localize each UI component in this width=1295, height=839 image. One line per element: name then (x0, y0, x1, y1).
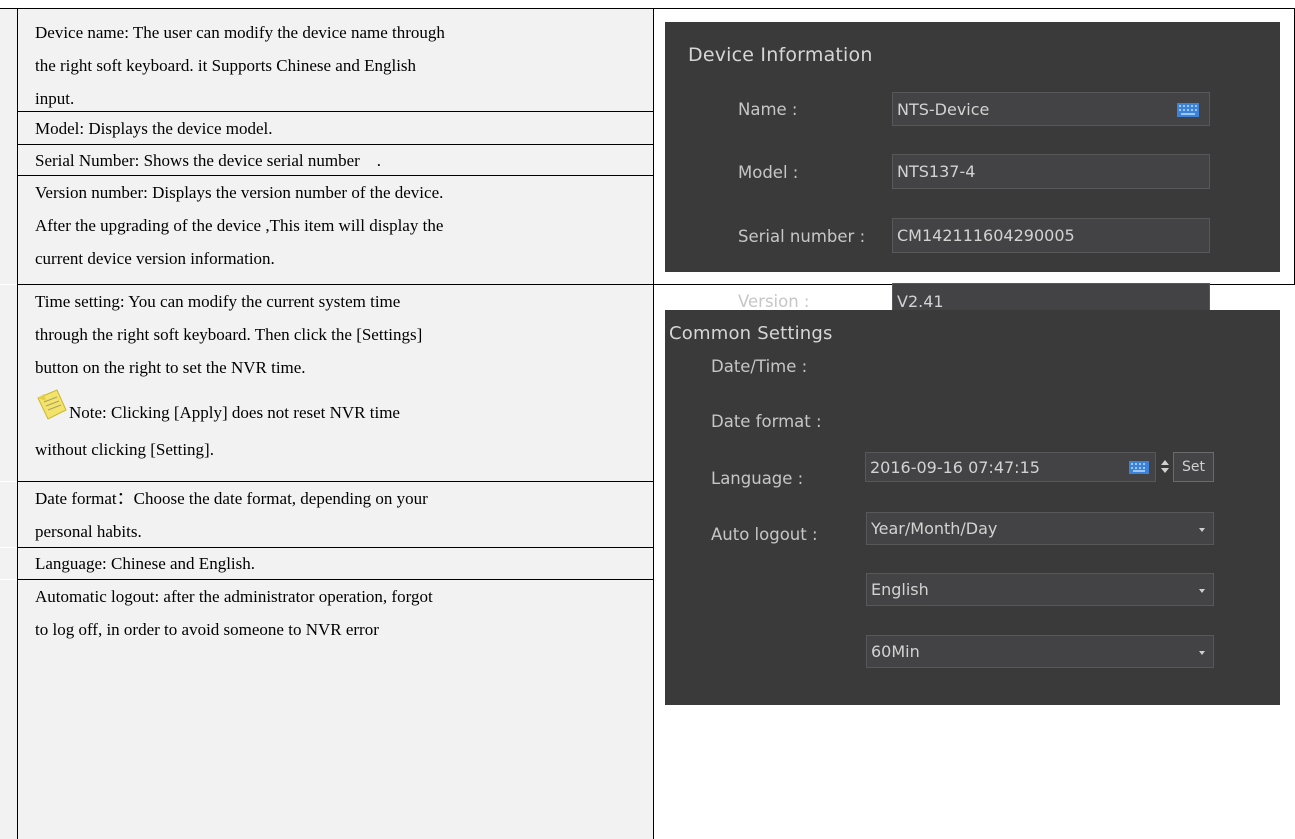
text-line: Serial Number: Shows the device serial n… (35, 151, 382, 170)
cell-time-setting: Time setting: You can modify the current… (0, 285, 653, 481)
name-value: NTS-Device (897, 99, 990, 119)
table-border (0, 8, 1295, 9)
keyboard-icon[interactable] (1177, 103, 1199, 117)
language-value: English (871, 580, 929, 599)
row-divider (17, 111, 653, 112)
text-line: the right soft keyboard. it Supports Chi… (35, 56, 417, 75)
table-border (653, 8, 654, 839)
text-line: without clicking [Setting]. (35, 440, 214, 459)
dropdown-caret-icon (1199, 588, 1205, 593)
name-field[interactable]: NTS-Device (892, 92, 1210, 126)
auto-logout-value: 60Min (871, 642, 920, 661)
spinner-icon[interactable] (1158, 453, 1172, 480)
text-line: Version number: Displays the version num… (35, 183, 444, 202)
date-format-select[interactable]: Year/Month/Day (866, 512, 1214, 545)
note-line: Note: Clicking [Apply] does not reset NV… (35, 388, 653, 433)
cell-version: Version number: Displays the version num… (0, 176, 653, 284)
panel-title: Common Settings (669, 323, 833, 344)
set-button[interactable]: Set (1173, 452, 1214, 482)
text-line: Automatic logout: after the administrato… (35, 587, 433, 606)
text-line: Model: Displays the device model. (35, 119, 273, 138)
cell-model: Model: Displays the device model. (0, 112, 653, 145)
serial-label: Serial number : (738, 227, 866, 246)
version-label: Version : (738, 292, 810, 311)
datetime-field[interactable]: 2016-09-16 07:47:15 (865, 452, 1156, 482)
cell-auto-logout: Automatic logout: after the administrato… (0, 580, 653, 839)
row-divider (17, 579, 653, 580)
row-divider (17, 175, 653, 176)
model-value: NTS137-4 (897, 162, 976, 181)
panel-title: Device Information (688, 44, 873, 66)
serial-value: CM142111604290005 (897, 226, 1075, 245)
text-line: through the right soft keyboard. Then cl… (35, 325, 423, 344)
text-line: Device name: The user can modify the dev… (35, 23, 445, 42)
text-line: Date format：Choose the date format, depe… (35, 489, 428, 508)
date-format-label: Date format : (711, 412, 822, 431)
row-divider (17, 144, 653, 145)
text-line: to log off, in order to avoid someone to… (35, 620, 379, 639)
cell-device-name: Device name: The user can modify the dev… (0, 9, 653, 112)
serial-field: CM142111604290005 (892, 218, 1210, 253)
note-paper-icon (37, 389, 67, 420)
language-select[interactable]: English (866, 573, 1214, 606)
cell-language: Language: Chinese and English. (0, 548, 653, 579)
auto-logout-label: Auto logout : (711, 525, 818, 544)
table-border (17, 8, 18, 839)
note-text: Note: Clicking [Apply] does not reset NV… (69, 403, 400, 422)
device-information-panel: Device Information Name : NTS-Device Mod… (665, 22, 1280, 319)
language-label: Language : (711, 469, 804, 488)
dropdown-caret-icon (1199, 527, 1205, 532)
text-line: After the upgrading of the device ,This … (35, 216, 444, 235)
row-divider (17, 481, 653, 482)
row-divider (17, 547, 653, 548)
auto-logout-select[interactable]: 60Min (866, 635, 1214, 668)
text-line: Language: Chinese and English. (35, 554, 256, 573)
model-field: NTS137-4 (892, 154, 1210, 189)
datetime-label: Date/Time : (711, 357, 808, 376)
document-page: Device name: The user can modify the dev… (0, 0, 1295, 839)
text-line: Time setting: You can modify the current… (35, 292, 401, 311)
cell-serial: Serial Number: Shows the device serial n… (0, 145, 653, 176)
model-label: Model : (738, 163, 799, 182)
text-line: personal habits. (35, 522, 142, 541)
cell-date-format: Date format：Choose the date format, depe… (0, 482, 653, 547)
dropdown-caret-icon (1199, 650, 1205, 655)
spinner-arrows (1161, 460, 1169, 473)
text-line: current device version information. (35, 249, 275, 268)
keyboard-icon[interactable] (1129, 461, 1149, 474)
date-format-value: Year/Month/Day (871, 519, 998, 538)
version-value: V2.41 (897, 291, 944, 311)
name-label: Name : (738, 100, 798, 119)
text-line: button on the right to set the NVR time. (35, 358, 306, 377)
datetime-value: 2016-09-16 07:47:15 (870, 457, 1040, 477)
